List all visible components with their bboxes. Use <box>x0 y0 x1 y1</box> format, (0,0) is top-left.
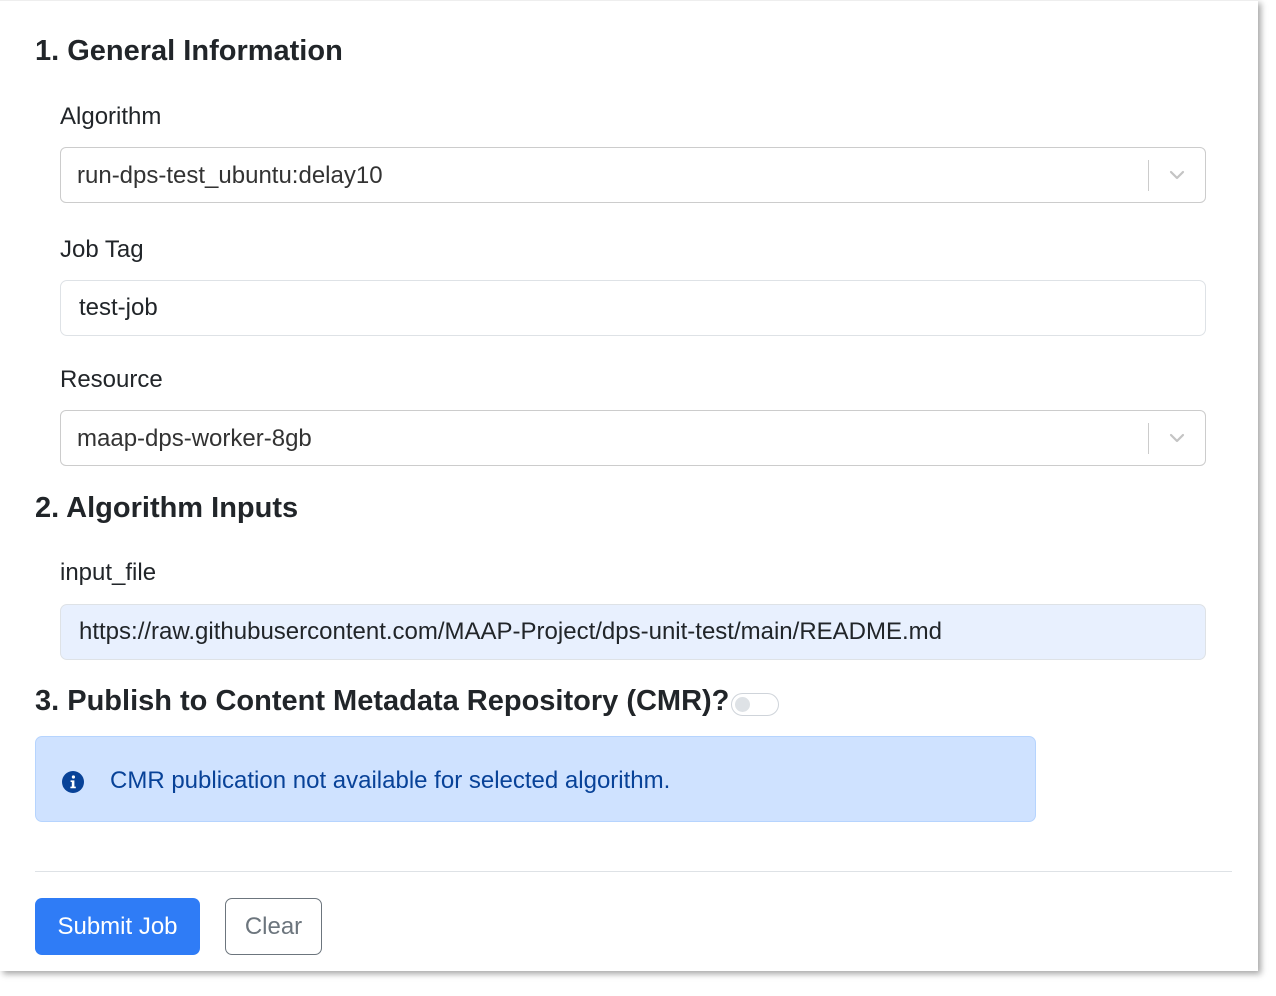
input-file-input[interactable] <box>60 604 1206 660</box>
algorithm-select-value: run-dps-test_ubuntu:delay10 <box>77 162 383 189</box>
job-tag-label: Job Tag <box>60 236 144 263</box>
publish-cmr-toggle[interactable] <box>731 693 780 716</box>
input-file-label: input_file <box>60 559 157 586</box>
algorithm-label: Algorithm <box>60 103 162 130</box>
info-icon <box>62 771 84 793</box>
submit-job-button[interactable]: Submit Job <box>35 898 200 955</box>
clear-button[interactable]: Clear <box>225 898 322 955</box>
resource-select[interactable]: maap-dps-worker-8gb <box>60 410 1206 466</box>
select-separator <box>1148 160 1149 191</box>
section-title-inputs: 2. Algorithm Inputs <box>35 492 299 524</box>
algorithm-select[interactable]: run-dps-test_ubuntu:delay10 <box>60 147 1206 203</box>
toggle-knob <box>735 697 751 712</box>
job-form-panel: 1. General Information Algorithm run-dps… <box>0 0 1258 971</box>
alert-message: CMR publication not available for select… <box>110 767 671 794</box>
section-title-general: 1. General Information <box>35 35 343 67</box>
resource-label: Resource <box>60 366 163 393</box>
chevron-down-icon[interactable] <box>1167 165 1187 185</box>
chevron-down-icon[interactable] <box>1167 428 1187 448</box>
section-title-publish: 3. Publish to Content Metadata Repositor… <box>35 685 730 717</box>
form-divider <box>35 871 1232 872</box>
cmr-info-alert: CMR publication not available for select… <box>35 736 1036 822</box>
select-separator <box>1148 423 1149 454</box>
job-tag-input[interactable] <box>60 280 1206 336</box>
resource-select-value: maap-dps-worker-8gb <box>77 425 312 452</box>
